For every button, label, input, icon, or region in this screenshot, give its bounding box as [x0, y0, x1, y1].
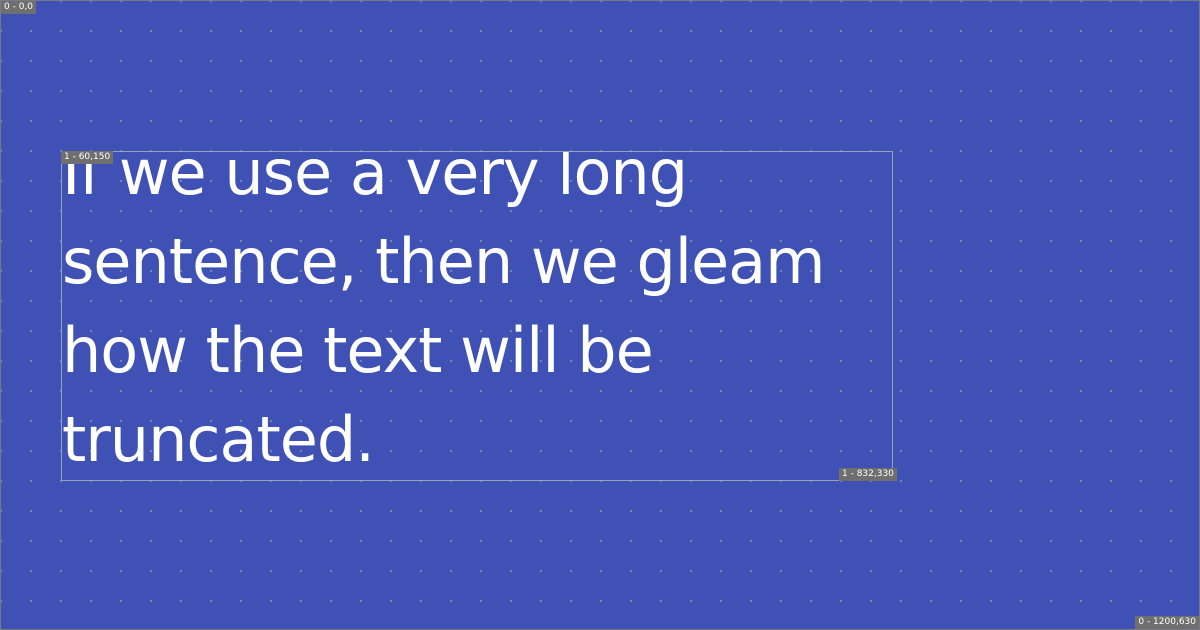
text-box-end-label: 1 - 832,330	[839, 468, 897, 481]
canvas-origin-label: 0 - 0,0	[1, 1, 37, 14]
canvas-end-label: 0 - 1200,630	[1135, 616, 1199, 629]
headline-text: If we use a very long sentence, then we …	[62, 151, 826, 476]
text-box-start-label: 1 - 60,150	[61, 151, 114, 164]
text-box: If we use a very long sentence, then we …	[61, 151, 893, 481]
canvas: If we use a very long sentence, then we …	[0, 0, 1200, 630]
